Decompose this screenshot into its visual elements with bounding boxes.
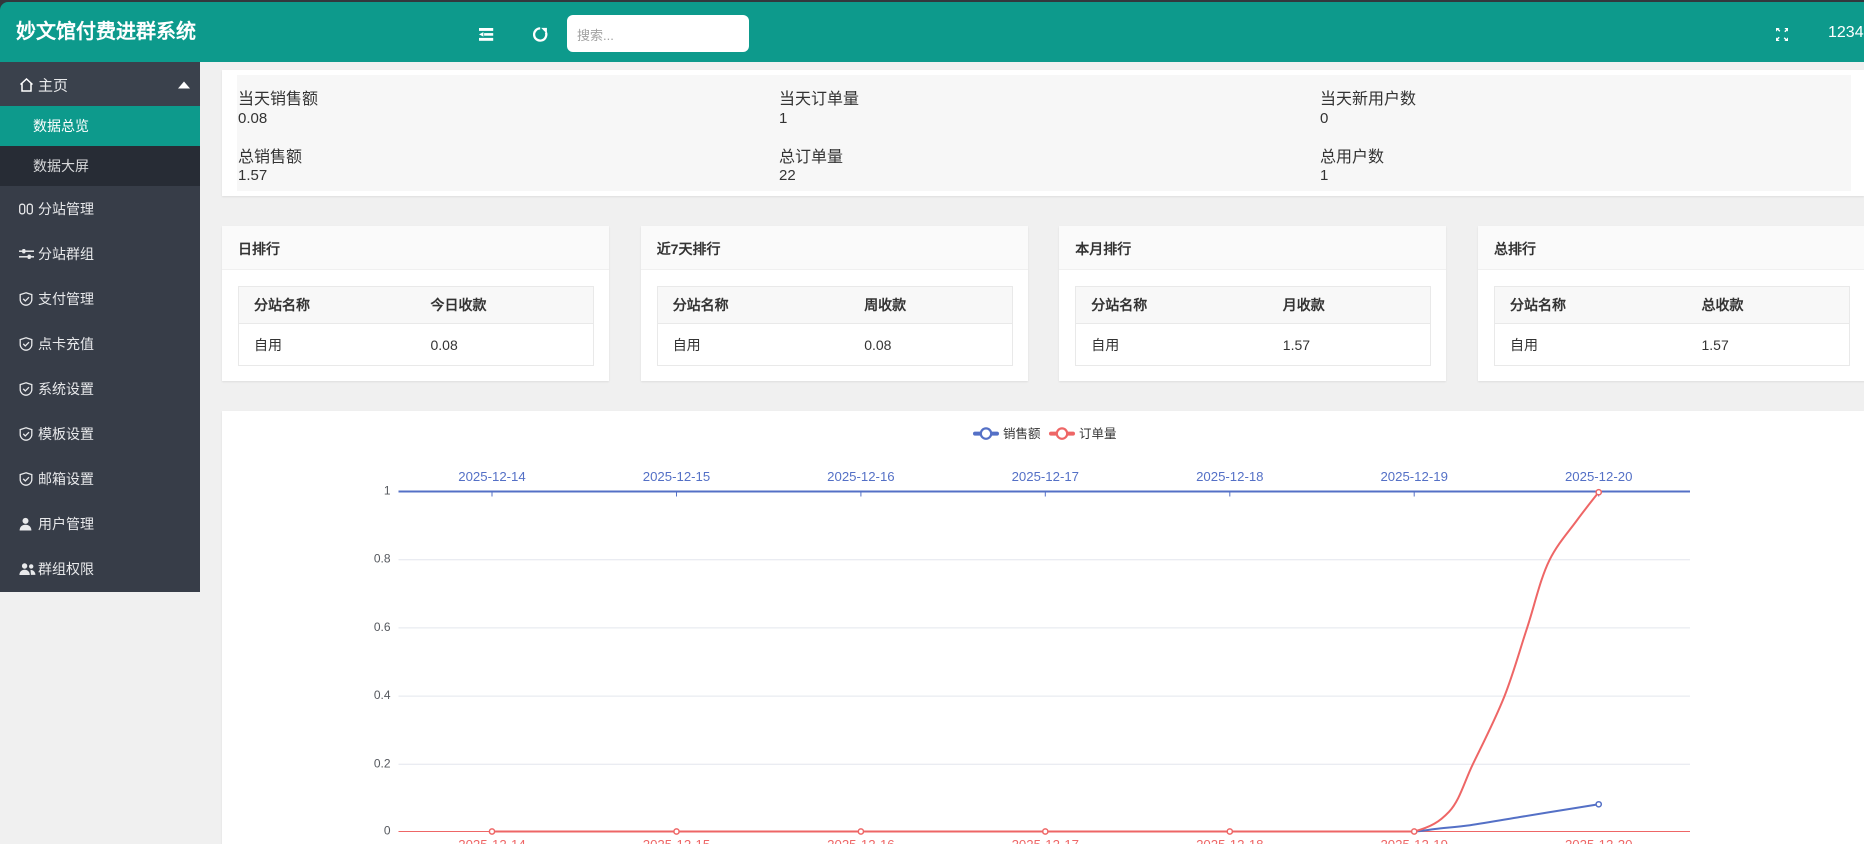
svg-text:2025-12-15: 2025-12-15 (643, 469, 710, 484)
svg-text:销售额: 销售额 (1003, 426, 1041, 441)
svg-text:0.8: 0.8 (374, 552, 391, 566)
svg-text:2025-12-20: 2025-12-20 (1565, 469, 1632, 484)
svg-text:2025-12-19: 2025-12-19 (1380, 469, 1447, 484)
svg-text:1: 1 (384, 484, 391, 498)
svg-text:0.6: 0.6 (374, 620, 391, 634)
svg-text:2025-12-18: 2025-12-18 (1196, 469, 1263, 484)
svg-text:2025-12-17: 2025-12-17 (1012, 837, 1079, 844)
svg-text:2025-12-14: 2025-12-14 (458, 837, 525, 844)
svg-text:0: 0 (384, 824, 391, 838)
svg-text:2025-12-16: 2025-12-16 (827, 837, 894, 844)
svg-text:2025-12-17: 2025-12-17 (1012, 469, 1079, 484)
svg-text:0.4: 0.4 (374, 688, 391, 702)
svg-text:0.2: 0.2 (374, 756, 391, 770)
svg-text:2025-12-18: 2025-12-18 (1196, 837, 1263, 844)
svg-text:2025-12-20: 2025-12-20 (1565, 837, 1632, 844)
svg-text:2025-12-16: 2025-12-16 (827, 469, 894, 484)
svg-text:2025-12-19: 2025-12-19 (1380, 837, 1447, 844)
svg-text:2025-12-15: 2025-12-15 (643, 837, 710, 844)
svg-text:2025-12-14: 2025-12-14 (458, 469, 525, 484)
svg-text:订单量: 订单量 (1079, 427, 1117, 441)
